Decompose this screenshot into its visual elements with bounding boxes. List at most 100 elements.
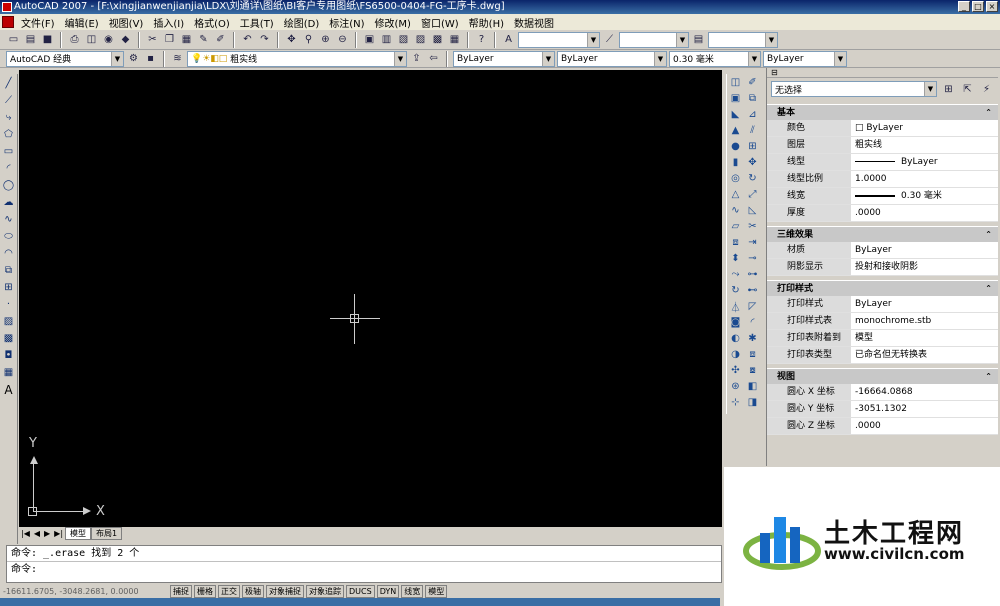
workspace-settings-icon[interactable]: ⚙	[126, 51, 141, 66]
grid-button[interactable]: 栅格	[194, 584, 216, 598]
color-combo[interactable]: ByLayer ▼	[453, 50, 555, 67]
menu-modify[interactable]: 修改(M)	[370, 15, 416, 30]
prop-value[interactable]: □ ByLayer	[851, 120, 998, 136]
extrude-icon[interactable]: ⧈	[728, 235, 743, 250]
design-center-icon[interactable]: ▥	[379, 32, 394, 47]
fillet-icon[interactable]: ◜	[745, 315, 760, 330]
help-icon[interactable]: ?	[474, 32, 489, 47]
menu-window[interactable]: 窗口(W)	[416, 15, 464, 30]
draworder-back-icon[interactable]: ⧇	[745, 363, 760, 378]
section-view[interactable]: 视图 ⌃	[767, 368, 998, 384]
layer-previous-icon[interactable]: ⇦	[426, 51, 441, 66]
lineweight-button[interactable]: 线宽	[401, 584, 424, 598]
snap-button[interactable]: 捕捉	[170, 584, 192, 598]
prop-value[interactable]: .0000	[851, 205, 998, 221]
erase-icon[interactable]: ✐	[745, 75, 760, 90]
tab-model[interactable]: 模型	[65, 526, 92, 540]
polyline-icon[interactable]: ⤷	[1, 110, 16, 125]
union-icon[interactable]: ◙	[728, 315, 743, 330]
3d-rotate-icon[interactable]: ⊛	[728, 379, 743, 394]
bring-above-icon[interactable]: ◧	[745, 379, 760, 394]
menu-insert[interactable]: 插入(I)	[148, 15, 189, 30]
explode-icon[interactable]: ✱	[745, 331, 760, 346]
zoom-realtime-icon[interactable]: ⚲	[301, 32, 316, 47]
undo-icon[interactable]: ↶	[240, 32, 255, 47]
coordinate-readout[interactable]: -16611.6705, -3048.2681, 0.0000	[0, 587, 168, 596]
menu-help[interactable]: 帮助(H)	[464, 15, 509, 30]
sweep-icon[interactable]: ⤳	[728, 267, 743, 282]
move-icon[interactable]: ✥	[745, 155, 760, 170]
scale-icon[interactable]: ⤢	[745, 187, 760, 202]
prop-value[interactable]: 0.30 毫米	[851, 188, 998, 204]
copy-icon[interactable]: ❐	[162, 32, 177, 47]
menu-tools[interactable]: 工具(T)	[235, 15, 279, 30]
break-at-point-icon[interactable]: ⊸	[745, 251, 760, 266]
minimize-button[interactable]: _	[958, 1, 970, 12]
subtract-icon[interactable]: ◐	[728, 331, 743, 346]
lineweight-combo[interactable]: 0.30 毫米 ▼	[669, 50, 761, 67]
open-icon[interactable]: ▤	[23, 32, 38, 47]
drawing-canvas[interactable]: Y X	[19, 70, 722, 527]
workspace-combo[interactable]: AutoCAD 经典 ▼	[6, 50, 124, 67]
match-properties-icon[interactable]: ✎	[196, 32, 211, 47]
otrack-button[interactable]: 对象追踪	[306, 584, 344, 598]
section-general[interactable]: 基本 ⌃	[767, 104, 998, 120]
table-style-icon[interactable]: ▤	[691, 32, 706, 47]
send-under-icon[interactable]: ◨	[745, 395, 760, 410]
toggle-pickadd-icon[interactable]: ⊞	[941, 82, 956, 97]
wedge-icon[interactable]: ◣	[728, 107, 743, 122]
selection-combo[interactable]: 无选择 ▼	[771, 81, 937, 97]
spline-icon[interactable]: ∿	[1, 212, 16, 227]
region-icon[interactable]: ◘	[1, 348, 16, 363]
stretch-icon[interactable]: ◺	[745, 203, 760, 218]
helix-icon[interactable]: ∿	[728, 203, 743, 218]
trim-icon[interactable]: ✂	[745, 219, 760, 234]
ellipse-arc-icon[interactable]: ◠	[1, 246, 16, 261]
model-button[interactable]: 模型	[425, 584, 448, 598]
hatch-icon[interactable]: ▨	[1, 314, 16, 329]
dim-style-combo[interactable]: ▼	[619, 31, 689, 48]
cut-icon[interactable]: ✂	[145, 32, 160, 47]
redo-icon[interactable]: ↷	[257, 32, 272, 47]
table-style-combo[interactable]: ▼	[708, 31, 778, 48]
3d-move-icon[interactable]: ✣	[728, 363, 743, 378]
section-3d-visualization[interactable]: 三维效果 ⌃	[767, 226, 998, 242]
tab-layout1[interactable]: 布局1	[91, 526, 123, 540]
revolve-icon[interactable]: ↻	[728, 283, 743, 298]
gradient-icon[interactable]: ▩	[1, 331, 16, 346]
ducs-button[interactable]: DUCS	[346, 584, 375, 598]
polygon-icon[interactable]: ⬠	[1, 127, 16, 142]
plotstyle-combo[interactable]: ByLayer ▼	[763, 50, 847, 67]
copy-object-icon[interactable]: ⧉	[745, 91, 760, 106]
arc-icon[interactable]: ◜	[1, 161, 16, 176]
sheet-set-icon[interactable]: ▨	[413, 32, 428, 47]
circle-icon[interactable]: ◯	[1, 178, 16, 193]
close-button[interactable]: ×	[986, 1, 998, 12]
chamfer-icon[interactable]: ◸	[745, 299, 760, 314]
sphere-icon[interactable]: ●	[728, 139, 743, 154]
polysolid-icon[interactable]: ◫	[728, 75, 743, 90]
linetype-combo[interactable]: ByLayer ▼	[557, 50, 667, 67]
tool-palettes-icon[interactable]: ▧	[396, 32, 411, 47]
palette-grip[interactable]: ⊟	[767, 68, 998, 78]
dyn-button[interactable]: DYN	[376, 584, 400, 598]
3d-align-icon[interactable]: ⊹	[728, 395, 743, 410]
publish-icon[interactable]: ◉	[101, 32, 116, 47]
intersect-icon[interactable]: ◑	[728, 347, 743, 362]
prop-value[interactable]: ByLayer	[851, 296, 998, 312]
cone-icon[interactable]: ▲	[728, 123, 743, 138]
prop-value[interactable]: .0000	[851, 418, 998, 434]
prop-value[interactable]: monochrome.stb	[851, 313, 998, 329]
layer-manager-icon[interactable]: ≋	[170, 51, 185, 66]
break-icon[interactable]: ⊶	[745, 267, 760, 282]
revision-cloud-icon[interactable]: ☁	[1, 195, 16, 210]
command-window[interactable]: 命令: _.erase 找到 2 个 命令:	[6, 545, 722, 583]
osnap-button[interactable]: 对象捕捉	[266, 584, 304, 598]
prop-value[interactable]: 1.0000	[851, 171, 998, 187]
menu-draw[interactable]: 绘图(D)	[279, 15, 325, 30]
make-block-icon[interactable]: ⊞	[1, 280, 16, 295]
prop-value[interactable]: -3051.1302	[851, 401, 998, 417]
layer-combo[interactable]: 💡☀◧□ 粗实线 ▼	[187, 50, 407, 67]
rectangle-icon[interactable]: ▭	[1, 144, 16, 159]
tab-last-button[interactable]: ▶|	[52, 529, 65, 538]
